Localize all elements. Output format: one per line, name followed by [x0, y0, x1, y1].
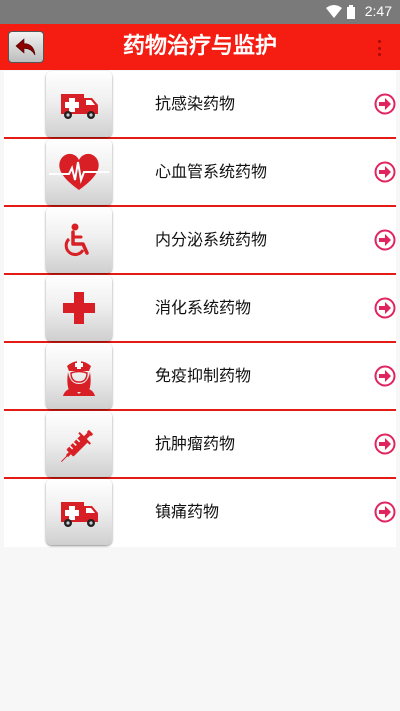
arrow-right-icon[interactable]: [374, 93, 396, 115]
overflow-menu-button[interactable]: [376, 40, 382, 56]
drug-category-list: 抗感染药物 心血管系统药物 内分泌系统药物 消化系统药物 免疫抑制药物 抗肿瘤药…: [4, 71, 396, 547]
list-item[interactable]: 心血管系统药物: [4, 139, 396, 207]
status-time: 2:47: [364, 3, 392, 19]
ambulance-icon: [46, 71, 112, 137]
list-item[interactable]: 内分泌系统药物: [4, 207, 396, 275]
list-item-label: 心血管系统药物: [155, 162, 268, 181]
list-item-label: 消化系统药物: [155, 298, 252, 317]
list-item-label: 免疫抑制药物: [155, 366, 252, 385]
heart-pulse-icon: [46, 139, 112, 205]
battery-icon: [347, 5, 355, 19]
list-item-label: 抗感染药物: [155, 94, 236, 113]
wifi-icon: [326, 5, 342, 18]
wheelchair-icon: [46, 207, 112, 273]
list-item[interactable]: 镇痛药物: [4, 479, 396, 547]
list-item-label: 镇痛药物: [155, 502, 220, 521]
ambulance-icon: [46, 479, 112, 545]
arrow-right-icon[interactable]: [374, 433, 396, 455]
list-item[interactable]: 消化系统药物: [4, 275, 396, 343]
list-item[interactable]: 免疫抑制药物: [4, 343, 396, 411]
list-item-label: 内分泌系统药物: [155, 230, 268, 249]
app-bar: 药物治疗与监护: [0, 24, 400, 70]
arrow-right-icon[interactable]: [374, 297, 396, 319]
medical-cross-icon: [46, 275, 112, 341]
page-title: 药物治疗与监护: [122, 34, 277, 59]
arrow-right-icon[interactable]: [374, 365, 396, 387]
list-item-label: 抗肿瘤药物: [155, 434, 236, 453]
arrow-right-icon[interactable]: [374, 161, 396, 183]
list-item[interactable]: 抗感染药物: [4, 71, 396, 139]
list-item[interactable]: 抗肿瘤药物: [4, 411, 396, 479]
arrow-right-icon[interactable]: [374, 229, 396, 251]
syringe-icon: [46, 411, 112, 477]
arrow-right-icon[interactable]: [374, 501, 396, 523]
nurse-icon: [46, 343, 112, 409]
status-bar: 2:47: [0, 0, 400, 24]
